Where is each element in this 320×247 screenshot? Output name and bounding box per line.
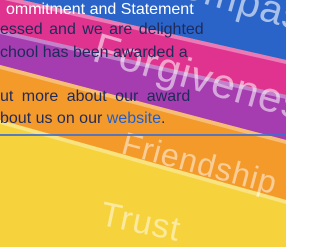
text-line-5-suffix: .: [161, 110, 166, 127]
text-line-3: chool has been awarded a: [0, 44, 188, 61]
website-link[interactable]: website: [107, 110, 161, 127]
divider-rule: [0, 134, 286, 136]
text-line-2: essed and we are delighted: [0, 21, 204, 38]
text-line-5-prefix: bout us on our: [0, 110, 107, 127]
text-line-4: ut more about our award: [0, 88, 191, 105]
banner: Compassion Forgiveness Friendship Trust …: [0, 0, 286, 247]
text-line-5: bout us on our website.: [0, 109, 165, 129]
text-line-1: ommitment and Statement: [6, 1, 194, 18]
